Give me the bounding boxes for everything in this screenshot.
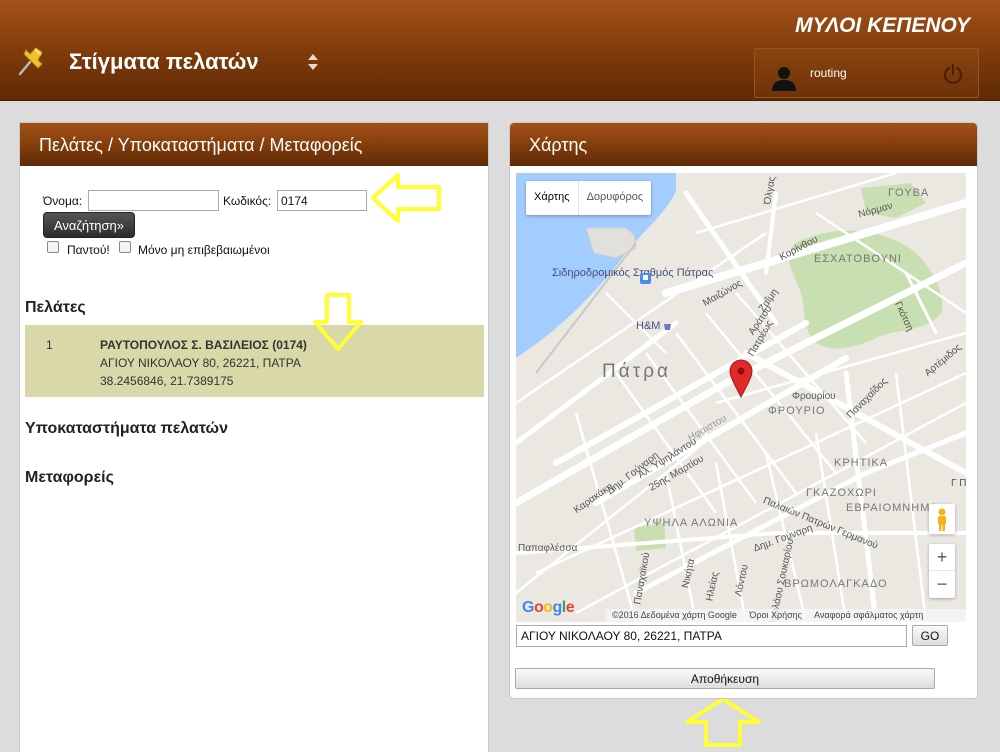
map-city-label: Πάτρα [602,361,672,382]
map-district-label: ΓΚΑΖΟΧΩΡΙ [806,487,877,499]
page-title: Στίγματα πελατών [69,49,259,74]
username: routing [810,66,847,80]
map-attribution: ©2016 Δεδομένα χάρτη Google Όροι Χρήσης … [606,609,966,622]
branches-section-title: Υποκαταστήματα πελατών [25,420,228,437]
customer-number: 1 [46,338,53,352]
map-type-map-button[interactable]: Χάρτης [526,181,579,215]
pushpin-icon [18,47,43,76]
unconfirmed-label: Μόνο μη επιβεβαιωμένοι [138,243,270,257]
arrow-down-annotation [313,293,363,351]
customers-panel-title: Πελάτες / Υποκαταστήματα / Μεταφορείς [20,123,488,166]
street-view-pegman[interactable] [929,504,955,534]
map-district-label: ΕΣΧΑΤΟΒΟΥΝΙ [814,253,902,265]
map-terms-link[interactable]: Όροι Χρήσης [749,610,802,620]
go-button[interactable]: GO [912,625,948,646]
address-input[interactable] [516,625,907,647]
map-district-label: ΓΟΥΒΑ [888,187,930,199]
customer-row[interactable]: 1 ΡΑΥΤΟΠΟΥΛΟΣ Σ. ΒΑΣΙΛΕΙΟΣ (0174) ΑΓΙΟΥ … [25,325,484,397]
map-poi-station: Σιδηροδρομικός Σταθμός Πάτρας [552,267,714,279]
search-button[interactable]: Αναζήτηση» [43,212,135,238]
top-bar: Στίγματα πελατών ΜΥΛΟΙ ΚΕΠΕΝΟΥ routing [0,0,1000,101]
company-name: ΜΥΛΟΙ ΚΕΠΕΝΟΥ [795,14,970,37]
map-panel-title: Χάρτης [510,123,977,166]
customers-section-title: Πελάτες [25,299,86,316]
google-logo[interactable]: Google [522,599,575,617]
map-type-control: Χάρτης Δορυφόρος [526,181,652,215]
map-street-label: Φρουρίου [792,391,836,402]
map-district-label: ΚΡΗΤΙΚΑ [834,457,889,469]
arrow-up-annotation [685,697,761,747]
zoom-control: + − [929,544,955,598]
save-button[interactable]: Αποθήκευση [515,668,935,689]
zoom-out-button[interactable]: − [929,571,955,598]
map-canvas[interactable]: Χάρτης Δορυφόρος Πάτρα ΓΟΥΒΑ ΕΣΧΑΤΟΒΟΥΝΙ… [516,173,966,622]
customer-name: ΡΑΥΤΟΠΟΥΛΟΣ Σ. ΒΑΣΙΛΕΙΟΣ (0174) [100,338,307,352]
map-type-satellite-button[interactable]: Δορυφόρος [579,181,652,215]
carriers-section-title: Μεταφορείς [25,469,114,486]
map-panel: Χάρτης Χάρτης Δορυφόρος Πάτρα ΓΟΥΒΑ ΕΣΧΑ… [509,122,978,699]
sort-icon[interactable] [307,53,319,71]
code-input[interactable] [277,190,367,211]
map-district-label: ΦΡΟΥΡΙΟ [768,405,826,417]
shopping-icon [664,324,671,330]
map-district-label: ΥΨΗΛΑ ΑΛΩΝΙΑ [644,517,739,529]
user-box: routing [754,48,979,98]
map-district-label: ΒΡΩΜΟΛΑΓΚΑΔΟ [784,578,888,590]
map-report-link[interactable]: Αναφορά σφάλματος χάρτη [814,610,923,620]
everywhere-label: Παντού! [67,243,110,257]
unconfirmed-checkbox[interactable] [119,241,131,253]
arrow-left-annotation [371,173,441,223]
code-label: Κωδικός: [223,194,272,208]
map-base [516,173,966,622]
zoom-in-button[interactable]: + [929,544,955,571]
customer-coordinates: 38.2456846, 21.7389175 [100,374,234,388]
name-input[interactable] [88,190,219,211]
customer-address: ΑΓΙΟΥ ΝΙΚΟΛΑΟΥ 80, 26221, ΠΑΤΡΑ [100,356,301,370]
name-label: Όνομα: [43,194,83,208]
map-poi-hm: H&M [636,320,661,332]
user-icon [772,67,796,91]
everywhere-checkbox[interactable] [47,241,59,253]
pegman-icon [938,508,946,531]
map-data-credit: ©2016 Δεδομένα χάρτη Google [612,610,737,620]
power-icon[interactable] [942,63,964,85]
train-icon [640,273,651,284]
map-district-label: ΕΒΡΑΙΟΜΝΗΜΑ [846,502,939,514]
map-street-label: Γ Π [951,478,966,489]
map-street-label: Παπαφλέσσα [518,543,578,554]
